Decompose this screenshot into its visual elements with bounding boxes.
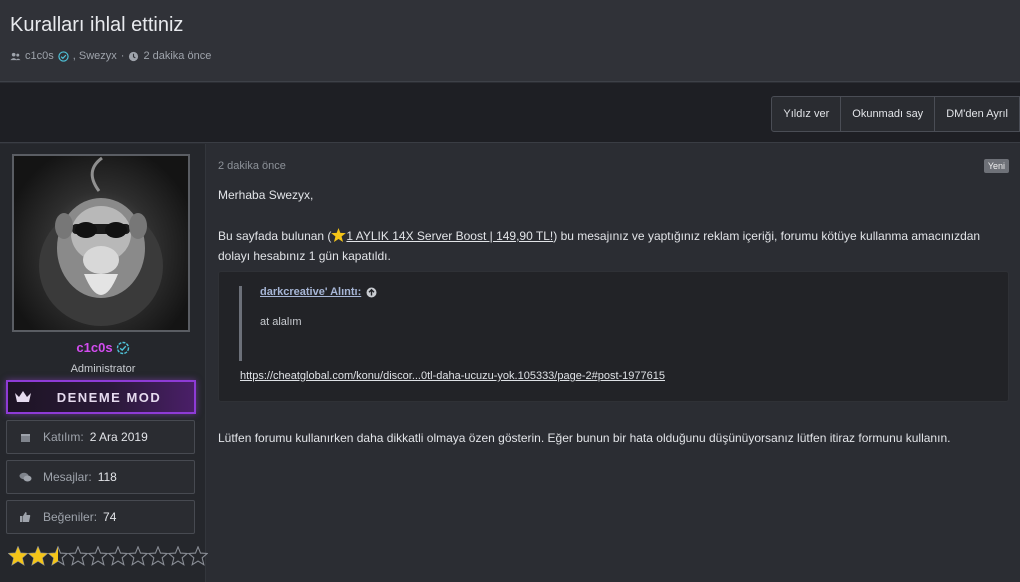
thread-header: Kuralları ihlal ettiniz c1c0s , Swezyx ·… bbox=[0, 0, 1020, 82]
verified-icon bbox=[58, 50, 69, 62]
mod-banner: DENEME MOD bbox=[6, 380, 196, 414]
post-content: 2 dakika önce Yeni Merhaba Swezyx, Bu sa… bbox=[207, 144, 1020, 582]
post-closing: Lütfen forumu kullanırken daha dikkatli … bbox=[218, 431, 951, 445]
participant-link[interactable]: c1c0s bbox=[25, 50, 54, 62]
rating-star bbox=[108, 546, 128, 566]
rating-star bbox=[68, 546, 88, 566]
avatar-image bbox=[39, 156, 163, 326]
rating-star bbox=[148, 546, 168, 566]
clock-icon bbox=[129, 51, 139, 61]
verified-icon bbox=[116, 341, 129, 354]
thread-meta: c1c0s , Swezyx · 2 dakika önce bbox=[10, 50, 211, 62]
stat-messages-key: Mesajlar: bbox=[43, 470, 92, 484]
action-bar: Yıldız ver Okunmadı say DM'den Ayrıl bbox=[0, 83, 1020, 143]
quote-block: darkcreative' Alıntı: at alalım https://… bbox=[218, 271, 1009, 402]
stat-joined-value: 2 Ara 2019 bbox=[89, 430, 148, 444]
user-role: Administrator bbox=[70, 363, 136, 375]
crown-icon bbox=[8, 382, 38, 412]
new-badge: Yeni bbox=[983, 159, 1009, 173]
thumbs-up-icon bbox=[7, 511, 43, 523]
comments-icon bbox=[7, 472, 43, 483]
post-greeting: Merhaba Swezyx, bbox=[218, 188, 314, 202]
quote-source-link[interactable]: https://cheatglobal.com/konu/discor...0t… bbox=[240, 370, 665, 382]
quote-author-text[interactable]: darkcreative' Alıntı: bbox=[260, 286, 361, 298]
star-button[interactable]: Yıldız ver bbox=[771, 96, 842, 132]
quote-author[interactable]: darkcreative' Alıntı: bbox=[260, 286, 377, 298]
avatar[interactable] bbox=[12, 154, 190, 332]
para-prefix: Bu sayfada bulunan ( bbox=[218, 229, 332, 243]
quote-text: at alalım bbox=[260, 316, 302, 328]
leave-dm-button[interactable]: DM'den Ayrıl bbox=[935, 96, 1020, 132]
participant-link-2[interactable]: , Swezyx bbox=[73, 50, 117, 62]
username[interactable]: c1c0s bbox=[0, 340, 206, 355]
rating-star bbox=[48, 546, 68, 566]
stat-joined-key: Katılım: bbox=[43, 430, 84, 444]
stat-likes-key: Beğeniler: bbox=[43, 510, 98, 524]
username-text[interactable]: c1c0s bbox=[76, 340, 112, 355]
user-sidebar: c1c0s Administrator DENEME MOD Katılım: … bbox=[0, 144, 208, 582]
rating-star bbox=[88, 546, 108, 566]
rating-star bbox=[28, 546, 48, 566]
meta-separator: · bbox=[120, 50, 125, 62]
rating-stars bbox=[8, 546, 208, 566]
stat-messages: Mesajlar: 118 bbox=[6, 460, 195, 494]
users-icon bbox=[10, 52, 21, 60]
arrow-up-circle-icon[interactable] bbox=[366, 287, 377, 298]
reported-post-link[interactable]: 1 AYLIK 14X Server Boost | 149,90 TL! bbox=[346, 229, 553, 243]
rating-star bbox=[8, 546, 28, 566]
mod-banner-label: DENEME MOD bbox=[56, 389, 162, 405]
action-button-group: Yıldız ver Okunmadı say DM'den Ayrıl bbox=[771, 96, 1020, 132]
mark-unread-button[interactable]: Okunmadı say bbox=[841, 96, 936, 132]
thread-time: 2 dakika önce bbox=[143, 50, 212, 62]
calendar-icon bbox=[7, 432, 43, 443]
post-date[interactable]: 2 dakika önce bbox=[218, 160, 286, 172]
stat-joined: Katılım: 2 Ara 2019 bbox=[6, 420, 195, 454]
star-icon bbox=[331, 228, 347, 242]
stat-likes-value: 74 bbox=[103, 510, 117, 524]
rating-star bbox=[188, 546, 208, 566]
stat-messages-value: 118 bbox=[97, 470, 117, 484]
stat-likes: Beğeniler: 74 bbox=[6, 500, 195, 534]
rating-star bbox=[168, 546, 188, 566]
rating-star bbox=[128, 546, 148, 566]
page-title: Kuralları ihlal ettiniz bbox=[10, 14, 184, 36]
post-paragraph: Bu sayfada bulunan ( 1 AYLIK 14X Server B… bbox=[218, 226, 1008, 266]
